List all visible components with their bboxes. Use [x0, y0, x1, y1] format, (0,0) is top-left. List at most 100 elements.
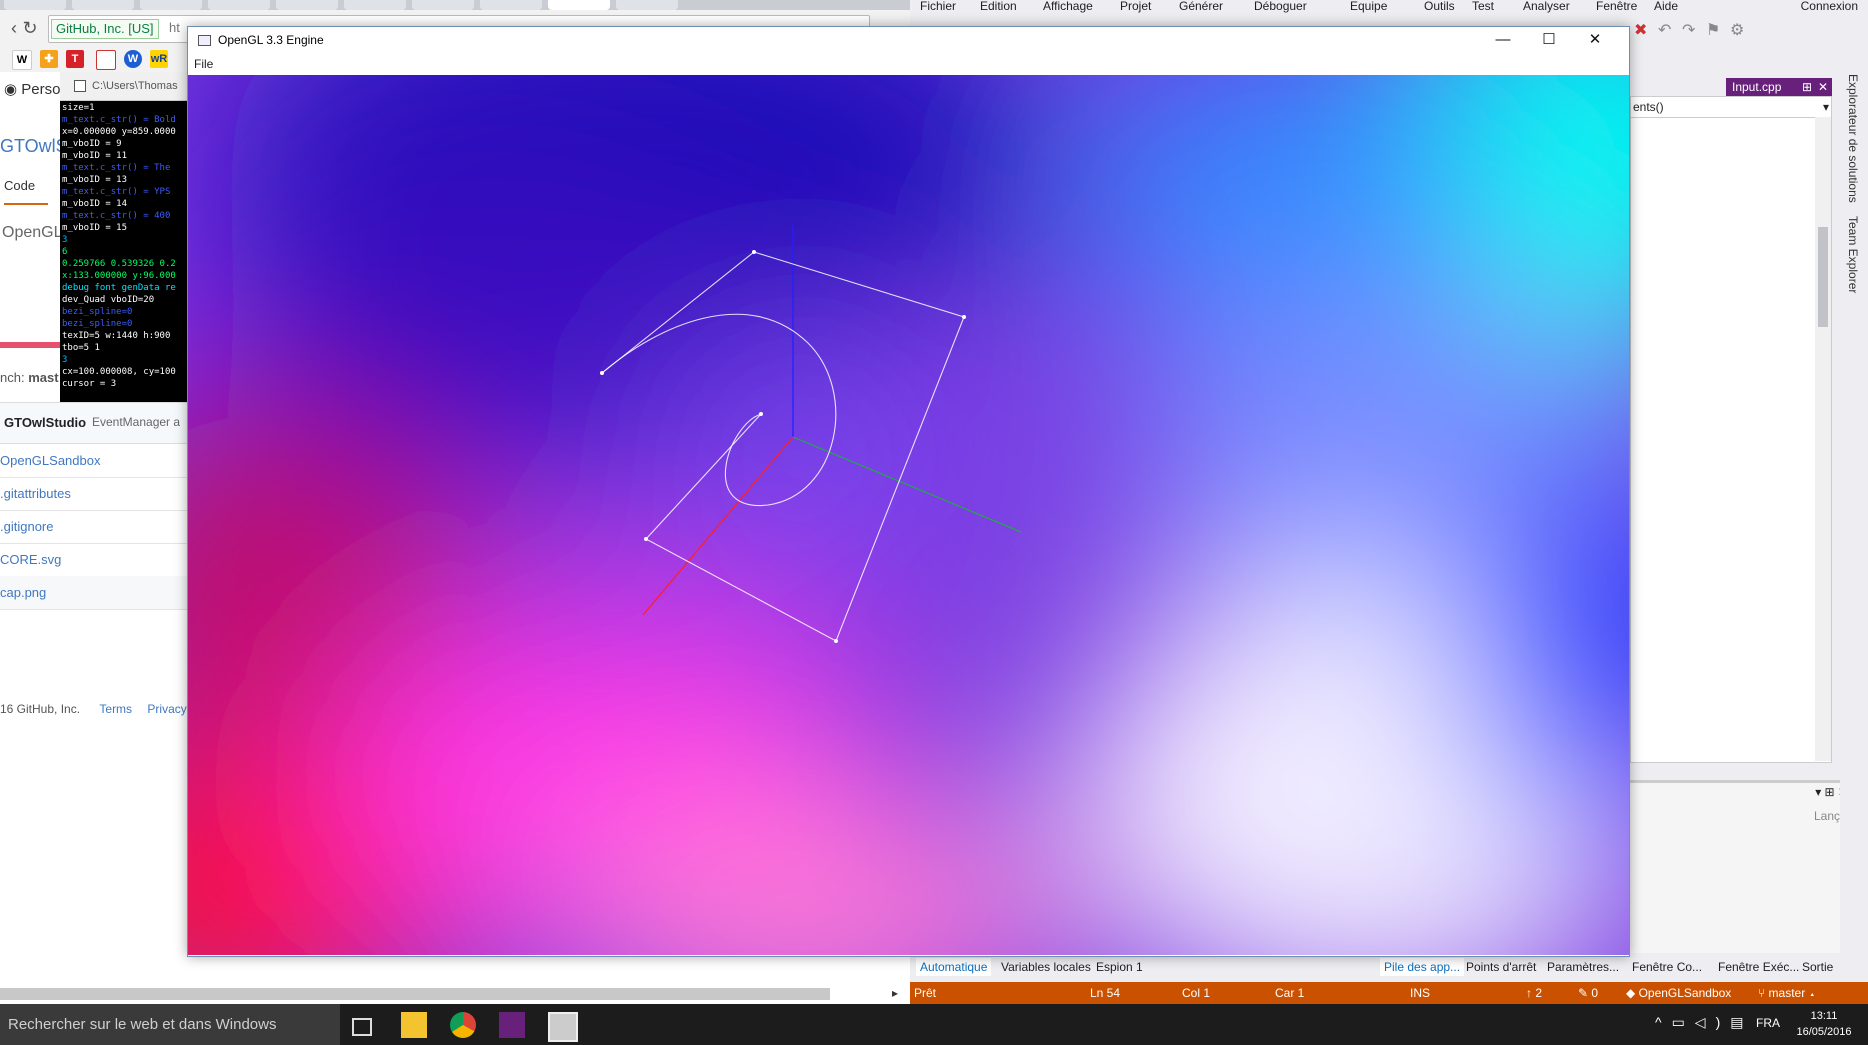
browser-tab[interactable]	[276, 0, 338, 10]
file-link[interactable]: CORE.svg	[0, 552, 61, 567]
chevron-down-icon[interactable]: ▾	[1823, 97, 1829, 117]
tab-call-stack[interactable]: Pile des app...	[1380, 958, 1465, 976]
clock-date: 16/05/2016	[1796, 1026, 1852, 1038]
tab-automatique[interactable]: Automatique	[916, 958, 992, 976]
code-editor[interactable]: ents() ▾	[1630, 96, 1832, 763]
sign-in-link[interactable]: Connexion	[1801, 0, 1858, 13]
clock[interactable]: 13:11 16/05/2016	[1794, 1008, 1854, 1040]
file-link[interactable]: .gitattributes	[0, 486, 71, 501]
document-tab-input[interactable]: Input.cpp ⊞ ✕	[1726, 78, 1832, 96]
bookmark-icon[interactable]	[96, 50, 116, 70]
branch-status[interactable]: ⑂ master ▴	[1758, 982, 1816, 1004]
toolbar-icon[interactable]: ⚑	[1706, 20, 1720, 40]
search-box[interactable]: Rechercher sur le web et dans Windows	[0, 1004, 340, 1045]
menu-item[interactable]: Test	[1472, 0, 1494, 13]
search-placeholder: Rechercher sur le web et dans Windows	[8, 1016, 277, 1033]
push-status[interactable]: ↑ 2	[1526, 982, 1542, 1004]
control-point[interactable]	[759, 412, 763, 416]
commit-message[interactable]: EventManager a	[92, 415, 180, 429]
language-indicator[interactable]: FRA	[1756, 1016, 1780, 1030]
bookmark-icon[interactable]: wR	[150, 50, 168, 68]
browser-tab[interactable]	[480, 0, 542, 10]
toolbar-icon[interactable]: ⚙	[1730, 20, 1744, 40]
pin-icon[interactable]: ⊞	[1802, 78, 1812, 96]
browser-tab[interactable]	[412, 0, 474, 10]
tab-breakpoints[interactable]: Points d'arrêt	[1466, 958, 1536, 976]
maximize-button[interactable]: ☐	[1526, 27, 1572, 53]
wikipedia-bookmark-icon[interactable]: W	[12, 50, 32, 70]
menu-item[interactable]: Fichier	[920, 0, 956, 13]
tab-parameters[interactable]: Paramètres...	[1547, 958, 1619, 976]
menu-item[interactable]: Fenêtre	[1596, 0, 1637, 13]
browser-tab[interactable]	[344, 0, 406, 10]
browser-tab[interactable]	[208, 0, 270, 10]
menu-item[interactable]: Affichage	[1043, 0, 1093, 13]
footer-privacy-link[interactable]: Privacy	[147, 702, 186, 716]
toolbar-icon[interactable]: ✖	[1634, 20, 1647, 40]
control-point[interactable]	[644, 537, 648, 541]
chrome-icon[interactable]	[450, 1012, 476, 1038]
member-combo[interactable]: ents() ▾	[1631, 97, 1831, 118]
wordpress-bookmark-icon[interactable]: W	[124, 50, 142, 68]
tab-command-window[interactable]: Fenêtre Co...	[1632, 958, 1702, 976]
reload-icon[interactable]: ↻	[18, 16, 42, 40]
file-explorer-icon[interactable]	[401, 1012, 427, 1038]
control-point[interactable]	[834, 639, 838, 643]
minimize-button[interactable]: —	[1480, 27, 1526, 53]
menu-item[interactable]: Déboguer	[1254, 0, 1307, 13]
gl-titlebar[interactable]: OpenGL 3.3 Engine — ☐ ✕	[188, 27, 1629, 53]
toolbar-icon[interactable]: ↷	[1682, 20, 1695, 40]
menu-item[interactable]: Edition	[980, 0, 1017, 13]
tab-variables-locales[interactable]: Variables locales	[1001, 958, 1091, 976]
branch-value: mast	[28, 370, 59, 385]
browser-tab[interactable]	[140, 0, 202, 10]
bookmark-icon[interactable]: ✚	[40, 50, 58, 68]
tab-code[interactable]: Code	[4, 178, 48, 205]
branch-selector[interactable]: nch: mast	[0, 370, 59, 385]
browser-tab-active[interactable]	[548, 0, 610, 10]
vs-menubar: Fichier Edition Affichage Projet Générer Débo…	[910, 0, 1868, 14]
control-point[interactable]	[962, 315, 966, 319]
tray-icons[interactable]: ^▭◁)▤	[1655, 1014, 1753, 1031]
menu-item[interactable]: Aide	[1654, 0, 1678, 13]
console-titlebar[interactable]: C:\Users\Thomas	[60, 72, 190, 101]
console-line: m_vboID = 9	[62, 139, 122, 149]
browser-tab[interactable]	[72, 0, 134, 10]
menu-item[interactable]: Analyser	[1523, 0, 1570, 13]
tab-output[interactable]: Sortie	[1802, 958, 1833, 976]
menu-file[interactable]: File	[194, 53, 213, 75]
menu-item[interactable]: Projet	[1120, 0, 1151, 13]
file-link[interactable]: cap.png	[0, 585, 46, 600]
control-point[interactable]	[752, 250, 756, 254]
footer-terms-link[interactable]: Terms	[99, 702, 132, 716]
close-button[interactable]: ✕	[1572, 27, 1618, 53]
menu-item[interactable]: Equipe	[1350, 0, 1387, 13]
menu-item[interactable]: Générer	[1179, 0, 1223, 13]
gl-viewport[interactable]	[188, 75, 1629, 955]
commit-author[interactable]: GTOwlStudio	[4, 415, 86, 430]
opengl-app-icon[interactable]	[548, 1012, 578, 1042]
browser-tab[interactable]	[4, 0, 66, 10]
file-link[interactable]: .gitignore	[0, 519, 53, 534]
scroll-right-icon[interactable]: ▸	[892, 986, 898, 1000]
changes-status[interactable]: ✎ 0	[1578, 982, 1598, 1004]
file-link[interactable]: OpenGLSandbox	[0, 453, 100, 468]
repo-status[interactable]: ◆ OpenGLSandbox	[1626, 982, 1731, 1004]
footer-copyright: 16 GitHub, Inc.	[0, 702, 81, 716]
team-explorer-tab[interactable]: Team Explorer	[1846, 216, 1860, 293]
solution-explorer-tab[interactable]: Explorateur de solutions	[1846, 74, 1860, 203]
horizontal-scrollbar[interactable]	[0, 988, 830, 1000]
tab-espion[interactable]: Espion 1	[1096, 958, 1143, 976]
toolbar-icon[interactable]: ↶	[1658, 20, 1671, 40]
menu-item[interactable]: Outils	[1424, 0, 1455, 13]
tab-immediate-window[interactable]: Fenêtre Exéc...	[1718, 958, 1799, 976]
scrollbar-thumb[interactable]	[1818, 227, 1828, 327]
control-point[interactable]	[600, 371, 604, 375]
close-icon[interactable]: ✕	[1818, 78, 1828, 96]
visual-studio-icon[interactable]	[499, 1012, 525, 1038]
task-view-icon[interactable]	[352, 1018, 372, 1036]
vertical-scrollbar[interactable]	[1815, 117, 1831, 761]
bookmark-icon[interactable]: T	[66, 50, 84, 68]
file-row: .gitignore	[0, 510, 200, 544]
browser-tab[interactable]	[616, 0, 678, 10]
